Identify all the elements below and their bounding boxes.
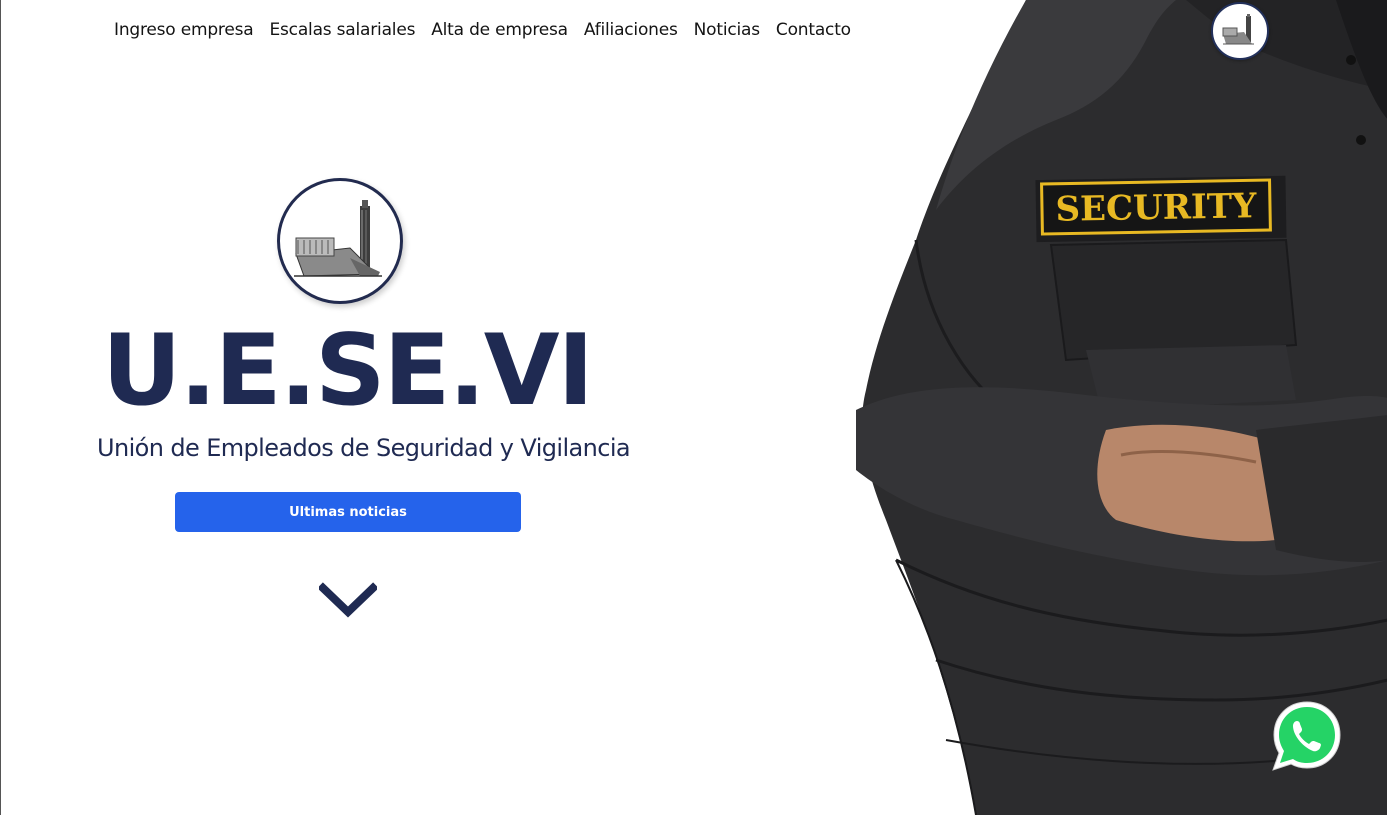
security-guard-image: SECURITY: [856, 0, 1387, 815]
nav-link-ingreso-empresa[interactable]: Ingreso empresa: [114, 20, 254, 40]
brand-title: U.E.SE.VI: [101, 314, 594, 428]
header-logo[interactable]: [1211, 2, 1269, 60]
latest-news-button[interactable]: Ultimas noticias: [175, 492, 521, 532]
building-tower-icon: [294, 200, 382, 277]
main-nav: Ingreso empresa Escalas salariales Alta …: [114, 20, 851, 40]
brand-subtitle: Unión de Empleados de Seguridad y Vigila…: [97, 434, 631, 462]
nav-link-alta-empresa[interactable]: Alta de empresa: [431, 20, 568, 40]
nav-link-afiliaciones[interactable]: Afiliaciones: [584, 20, 678, 40]
nav-link-noticias[interactable]: Noticias: [694, 20, 760, 40]
building-tower-icon: [1222, 14, 1254, 45]
nav-link-contacto[interactable]: Contacto: [776, 20, 851, 40]
nav-link-escalas-salariales[interactable]: Escalas salariales: [269, 20, 415, 40]
whatsapp-icon[interactable]: [1271, 700, 1343, 772]
security-patch-text: SECURITY: [1055, 186, 1257, 230]
hero-logo: [277, 178, 403, 304]
chevron-down-icon[interactable]: [319, 582, 377, 622]
